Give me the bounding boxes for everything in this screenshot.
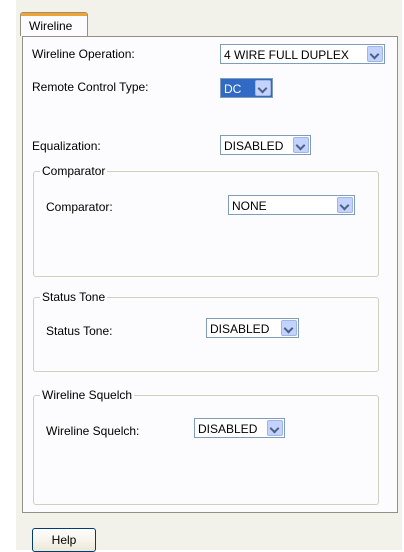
remote-control-type-label: Remote Control Type: bbox=[32, 80, 149, 94]
wireline-operation-select[interactable]: 4 WIRE FULL DUPLEX bbox=[220, 44, 385, 64]
chevron-down-icon[interactable] bbox=[281, 320, 297, 336]
remote-control-type-select[interactable]: DC bbox=[220, 78, 273, 98]
comparator-value: NONE bbox=[232, 199, 267, 213]
chevron-down-icon[interactable] bbox=[293, 137, 309, 153]
wireline-squelch-value: DISABLED bbox=[198, 422, 258, 436]
remote-control-type-value: DC bbox=[224, 82, 242, 96]
wireline-operation-value: 4 WIRE FULL DUPLEX bbox=[224, 48, 349, 62]
status-tone-select[interactable]: DISABLED bbox=[206, 318, 299, 338]
comparator-group-title: Comparator bbox=[40, 164, 108, 178]
wireline-squelch-group-title: Wireline Squelch bbox=[40, 388, 135, 402]
comparator-label: Comparator: bbox=[46, 200, 113, 214]
equalization-label: Equalization: bbox=[32, 139, 101, 153]
status-tone-group-title: Status Tone bbox=[40, 290, 108, 304]
chevron-down-icon[interactable] bbox=[367, 46, 383, 62]
wireline-operation-label: Wireline Operation: bbox=[32, 47, 135, 61]
chevron-down-icon[interactable] bbox=[337, 197, 353, 213]
wireline-squelch-select[interactable]: DISABLED bbox=[194, 418, 285, 438]
chevron-down-icon[interactable] bbox=[267, 420, 283, 436]
chevron-down-icon[interactable] bbox=[255, 80, 271, 96]
status-tone-value: DISABLED bbox=[210, 322, 270, 336]
comparator-group: Comparator bbox=[33, 164, 379, 277]
wireline-squelch-label: Wireline Squelch: bbox=[46, 424, 140, 438]
tab-active-indicator bbox=[21, 13, 87, 16]
comparator-select[interactable]: NONE bbox=[228, 195, 355, 215]
equalization-value: DISABLED bbox=[224, 139, 284, 153]
help-button[interactable]: Help bbox=[32, 528, 96, 552]
tab-wireline-label: Wireline bbox=[29, 19, 73, 33]
tab-wireline[interactable]: Wireline bbox=[20, 12, 88, 36]
equalization-select[interactable]: DISABLED bbox=[220, 135, 311, 155]
status-tone-label: Status Tone: bbox=[46, 324, 113, 338]
wireline-squelch-group: Wireline Squelch bbox=[33, 388, 379, 505]
